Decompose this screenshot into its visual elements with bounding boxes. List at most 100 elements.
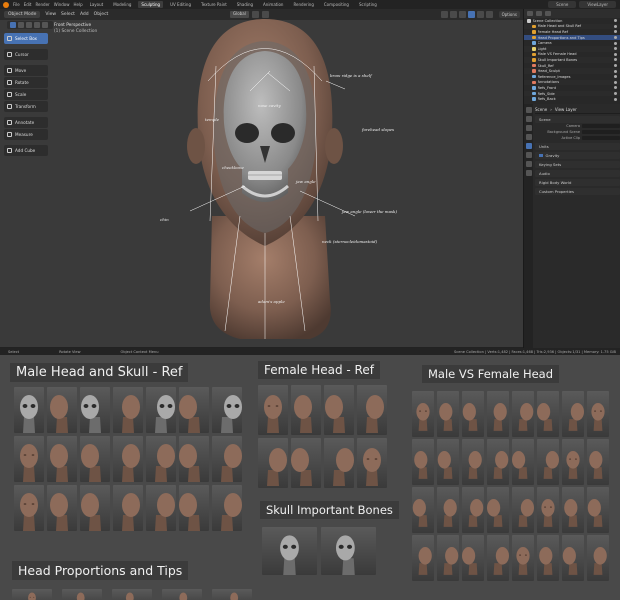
tool-transform[interactable]: Transform [4, 101, 48, 112]
head-sculpt-model[interactable] [150, 11, 380, 346]
menu-render[interactable]: Render [35, 2, 49, 7]
visibility-eye-icon[interactable] [614, 75, 617, 79]
outliner-row[interactable]: Scene Collection [524, 18, 620, 24]
visibility-eye-icon[interactable] [614, 97, 617, 101]
tab-modeling[interactable]: Modeling [110, 1, 134, 8]
menu-help[interactable]: Help [73, 2, 82, 7]
visibility-eye-icon[interactable] [614, 80, 617, 84]
tool-measure[interactable]: Measure [4, 129, 48, 140]
mode-selector[interactable]: Object Mode [4, 11, 41, 18]
select-new-icon[interactable] [10, 22, 16, 28]
select-intersect-icon[interactable] [42, 22, 48, 28]
menu-edit[interactable]: Edit [24, 2, 32, 7]
tool-select-box[interactable]: Select Box [4, 33, 48, 44]
visibility-eye-icon[interactable] [614, 19, 617, 23]
view-layer-selector[interactable]: ViewLayer [579, 1, 616, 8]
outliner-row[interactable]: Annotations [524, 79, 620, 86]
section-units[interactable]: Units [535, 143, 620, 150]
active-clip-input[interactable] [582, 136, 620, 140]
material-shading-icon[interactable] [477, 11, 484, 18]
outliner-row[interactable]: Head_Sculpt [524, 68, 620, 74]
section-audio[interactable]: Audio [535, 170, 620, 177]
camera-input[interactable] [582, 124, 620, 128]
tab-rendering[interactable]: Rendering [290, 1, 316, 8]
tab-animation[interactable]: Animation [260, 1, 286, 8]
options-dropdown[interactable]: Options [498, 11, 520, 18]
outliner-row[interactable]: Male VS Female Head [524, 52, 620, 58]
visibility-eye-icon[interactable] [614, 69, 617, 73]
tab-scripting[interactable]: Scripting [356, 1, 380, 8]
background-scene-input[interactable] [582, 130, 620, 134]
display-mode-icon[interactable] [527, 11, 533, 16]
rendered-shading-icon[interactable] [486, 11, 493, 18]
menu-file[interactable]: File [13, 2, 20, 7]
overlay-icon[interactable] [441, 11, 448, 18]
section-scene[interactable]: Scene [535, 116, 620, 123]
menu-view[interactable]: View [45, 12, 56, 17]
comparison-reference-image [537, 535, 559, 581]
visibility-eye-icon[interactable] [614, 86, 617, 90]
select-extend-icon[interactable] [18, 22, 24, 28]
visibility-eye-icon[interactable] [614, 52, 617, 56]
menu-select[interactable]: Select [61, 12, 75, 17]
menu-object[interactable]: Object [94, 12, 109, 17]
view-layer-tab-icon[interactable] [525, 134, 532, 140]
outliner-row[interactable]: Female Head Ref [524, 29, 620, 35]
visibility-eye-icon[interactable] [614, 41, 617, 45]
visibility-eye-icon[interactable] [614, 64, 617, 68]
outliner-row[interactable]: Reference_Images [524, 74, 620, 80]
tab-shading[interactable]: Shading [234, 1, 256, 8]
tab-texture-paint[interactable]: Texture Paint [198, 1, 230, 8]
menu-window[interactable]: Window [54, 2, 70, 7]
section-gravity[interactable]: Gravity [535, 152, 620, 159]
tab-compositing[interactable]: Compositing [321, 1, 352, 8]
output-tab-icon[interactable] [525, 125, 532, 131]
section-keying-sets[interactable]: Keying Sets [535, 161, 620, 168]
tab-sculpting[interactable]: Sculpting [138, 1, 164, 8]
scene-selector[interactable]: Scene [548, 1, 577, 8]
visibility-eye-icon[interactable] [614, 92, 617, 96]
select-subtract-icon[interactable] [26, 22, 32, 28]
render-tab-icon[interactable] [525, 116, 532, 122]
tool-move[interactable]: Move [4, 65, 48, 76]
visibility-eye-icon[interactable] [614, 36, 617, 40]
outliner-row[interactable]: Male Head and Skull Ref [524, 23, 620, 30]
outliner-row[interactable]: Refs_Back [524, 96, 620, 102]
tool-rotate[interactable]: Rotate [4, 77, 48, 88]
section-rigid-body-world[interactable]: Rigid Body World [535, 179, 620, 186]
outliner-row[interactable]: Refs_Front [524, 85, 620, 91]
visibility-eye-icon[interactable] [614, 47, 617, 51]
gravity-checkbox[interactable] [539, 153, 543, 158]
annotation-cheekbone: cheekbone [222, 165, 244, 170]
tool-scale[interactable]: Scale [4, 89, 48, 100]
tool-cursor[interactable]: Cursor [4, 49, 48, 60]
outliner-row[interactable]: Light [524, 45, 620, 52]
tab-uv-editing[interactable]: UV Editing [167, 1, 194, 8]
outliner-row[interactable]: Skull_Ref [524, 63, 620, 69]
scene-tab-icon[interactable] [525, 143, 532, 149]
tool-tab-icon[interactable] [525, 107, 532, 113]
outliner-row[interactable]: Refs_Side [524, 90, 620, 97]
visibility-eye-icon[interactable] [614, 24, 617, 28]
3d-viewport[interactable]: Object Mode View Select Add Object Globa… [0, 9, 523, 348]
xray-icon[interactable] [450, 11, 457, 18]
wireframe-shading-icon[interactable] [459, 11, 466, 18]
section-custom-properties[interactable]: Custom Properties [535, 188, 620, 195]
world-tab-icon[interactable] [525, 152, 532, 158]
search-icon[interactable] [536, 11, 542, 16]
tab-layout[interactable]: Layout [87, 1, 107, 8]
visibility-eye-icon[interactable] [614, 58, 617, 62]
solid-shading-icon[interactable] [468, 11, 475, 18]
visibility-eye-icon[interactable] [614, 30, 617, 34]
outliner-row[interactable]: Skull Important Bones [524, 57, 620, 63]
menu-add[interactable]: Add [80, 12, 89, 17]
outliner-row[interactable]: Camera [524, 40, 620, 46]
tool-annotate[interactable]: Annotate [4, 117, 48, 128]
blender-logo-icon[interactable] [3, 1, 9, 8]
filter-icon[interactable] [545, 11, 551, 16]
select-invert-icon[interactable] [34, 22, 40, 28]
constraints-tab-icon[interactable] [525, 170, 532, 176]
tool-add-cube[interactable]: Add Cube [4, 145, 48, 156]
object-tab-icon[interactable] [525, 161, 532, 167]
outliner-row[interactable]: Head Proportions and Tips [524, 34, 620, 41]
